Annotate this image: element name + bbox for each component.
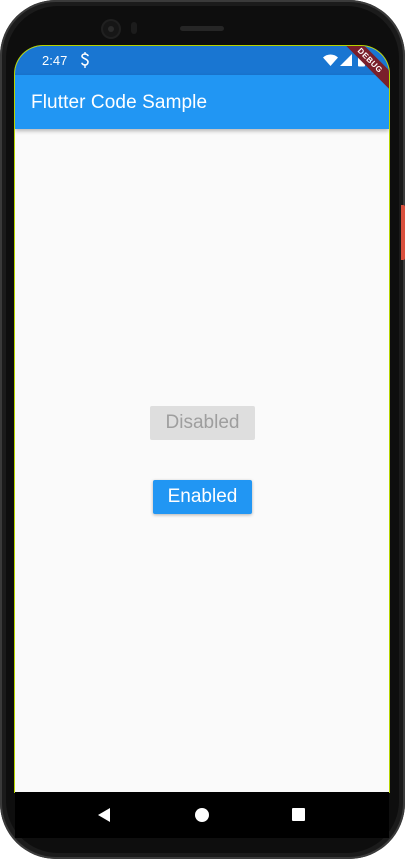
s-sync-icon <box>81 52 89 68</box>
power-button <box>401 205 405 260</box>
status-bar: 2:47 <box>15 46 389 75</box>
navigation-bar <box>15 792 389 838</box>
app-title: Flutter Code Sample <box>31 92 208 113</box>
cellular-icon <box>340 54 352 66</box>
phone-frame: 2:47 Flutter Code Sample DEBUG Disabled … <box>0 0 405 859</box>
enabled-button[interactable]: Enabled <box>153 480 252 514</box>
proximity-sensor <box>131 22 137 34</box>
recents-icon[interactable] <box>292 808 305 821</box>
back-icon[interactable] <box>97 808 111 822</box>
disabled-button: Disabled <box>150 406 255 440</box>
main-content: Disabled Enabled <box>15 129 389 792</box>
earpiece-speaker <box>180 26 224 31</box>
home-icon[interactable] <box>195 808 209 822</box>
wifi-icon <box>323 54 338 66</box>
screen: 2:47 Flutter Code Sample DEBUG Disabled … <box>15 46 389 792</box>
status-time: 2:47 <box>42 53 68 68</box>
front-camera <box>103 21 119 37</box>
app-bar: Flutter Code Sample <box>15 75 389 129</box>
